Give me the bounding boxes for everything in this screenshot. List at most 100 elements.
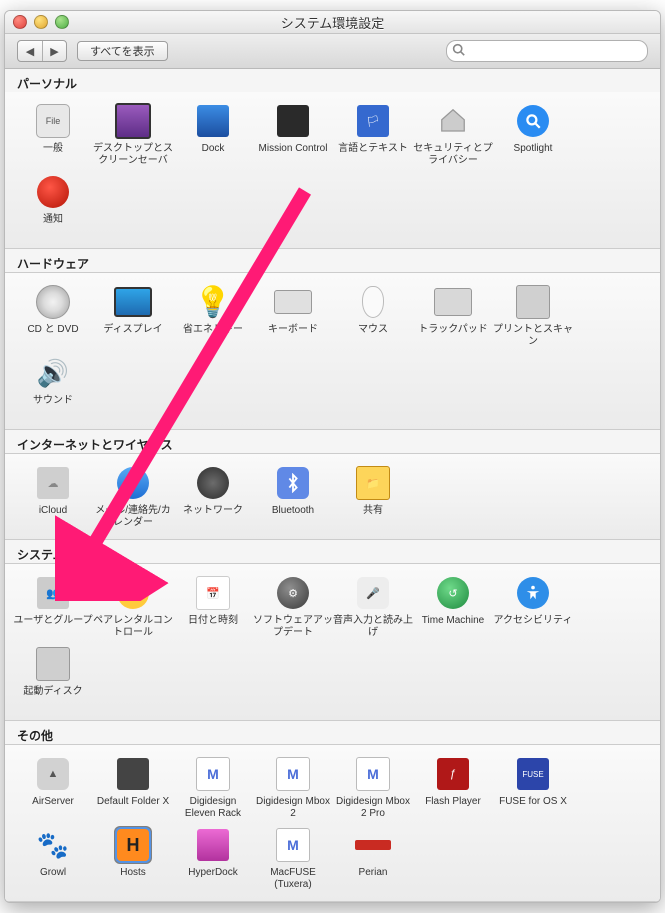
pref-general[interactable]: File一般 bbox=[13, 102, 93, 167]
dock-icon bbox=[197, 105, 229, 137]
folder-icon: 📁 bbox=[356, 466, 390, 500]
calendar-icon: 📅 bbox=[196, 576, 230, 610]
disc-icon bbox=[36, 285, 70, 319]
accessibility-icon bbox=[517, 577, 549, 609]
pref-language[interactable]: 🏳言語とテキスト bbox=[333, 102, 413, 167]
speaker-icon: 🔊 bbox=[37, 358, 69, 389]
pref-flash-player[interactable]: ƒFlash Player bbox=[413, 755, 493, 820]
pref-macfuse[interactable]: MMacFUSE (Tuxera) bbox=[253, 826, 333, 891]
pref-speech[interactable]: 🎤音声入力と読み上げ bbox=[333, 574, 413, 639]
mbox-icon: M bbox=[356, 757, 390, 791]
pref-users[interactable]: 👥ユーザとグループ bbox=[13, 574, 93, 639]
mission-control-icon bbox=[277, 105, 309, 137]
content: パーソナル File一般 デスクトップとスクリーンセーバ Dock Missio… bbox=[5, 69, 660, 902]
clock-icon: ↺ bbox=[437, 577, 469, 609]
pref-datetime[interactable]: 📅日付と時刻 bbox=[173, 574, 253, 639]
growl-icon: 🐾 bbox=[37, 830, 69, 861]
microphone-icon: 🎤 bbox=[357, 577, 389, 609]
macfuse-icon: M bbox=[276, 828, 310, 862]
section-title-personal: パーソナル bbox=[5, 69, 660, 92]
section-personal: File一般 デスクトップとスクリーンセーバ Dock Mission Cont… bbox=[5, 92, 660, 249]
pref-spotlight[interactable]: Spotlight bbox=[493, 102, 573, 167]
pref-icloud[interactable]: ☁iCloud bbox=[13, 464, 93, 529]
close-icon[interactable] bbox=[13, 15, 27, 29]
pref-dock[interactable]: Dock bbox=[173, 102, 253, 167]
pref-network[interactable]: ネットワーク bbox=[173, 464, 253, 529]
magnifier-icon bbox=[517, 105, 549, 137]
toolbar: ◀ ▶ すべてを表示 bbox=[5, 34, 660, 69]
forward-button[interactable]: ▶ bbox=[42, 41, 66, 61]
pref-hosts[interactable]: HHosts bbox=[93, 826, 173, 891]
pref-airserver[interactable]: ▲AirServer bbox=[13, 755, 93, 820]
pref-startup-disk[interactable]: 起動ディスク bbox=[13, 645, 93, 710]
printer-icon bbox=[516, 285, 550, 319]
globe-icon bbox=[197, 467, 229, 499]
mbox-icon: M bbox=[196, 757, 230, 791]
pref-trackpad[interactable]: トラックパッド bbox=[413, 283, 493, 348]
folder-x-icon bbox=[117, 758, 149, 790]
pref-displays[interactable]: ディスプレイ bbox=[93, 283, 173, 348]
trackpad-icon bbox=[434, 288, 472, 316]
pref-bluetooth[interactable]: Bluetooth bbox=[253, 464, 333, 529]
airplay-icon: ▲ bbox=[37, 758, 69, 790]
pref-keyboard[interactable]: キーボード bbox=[253, 283, 333, 348]
pref-desktop[interactable]: デスクトップとスクリーンセーバ bbox=[93, 102, 173, 167]
cloud-icon: ☁ bbox=[37, 467, 69, 499]
flag-icon: 🏳 bbox=[357, 105, 389, 137]
bluetooth-icon bbox=[277, 467, 309, 499]
search-icon bbox=[452, 43, 465, 59]
gear-icon: ⚙ bbox=[277, 577, 309, 609]
fuse-icon: FUSE bbox=[517, 758, 549, 790]
search-field[interactable] bbox=[446, 40, 648, 62]
pref-default-folder-x[interactable]: Default Folder X bbox=[93, 755, 173, 820]
pref-time-machine[interactable]: ↺Time Machine bbox=[413, 574, 493, 639]
pref-hyperdock[interactable]: HyperDock bbox=[173, 826, 253, 891]
pref-perian[interactable]: Perian bbox=[333, 826, 413, 891]
nav-segment: ◀ ▶ bbox=[17, 40, 67, 62]
pref-sharing[interactable]: 📁共有 bbox=[333, 464, 413, 529]
pref-print[interactable]: プリントとスキャン bbox=[493, 283, 573, 348]
pref-digidesign-eleven-rack[interactable]: MDigidesign Eleven Rack bbox=[173, 755, 253, 820]
at-icon: @ bbox=[117, 467, 149, 499]
disk-icon bbox=[36, 647, 70, 681]
titlebar: システム環境設定 bbox=[5, 11, 660, 34]
back-button[interactable]: ◀ bbox=[18, 41, 42, 61]
system-preferences-window: システム環境設定 ◀ ▶ すべてを表示 パーソナル File一般 デスクトップと… bbox=[4, 10, 661, 903]
section-title-hardware: ハードウェア bbox=[5, 249, 660, 272]
traffic-lights bbox=[5, 15, 69, 29]
bulb-icon: 💡 bbox=[194, 285, 231, 320]
pref-parental[interactable]: ペアレンタルコントロール bbox=[93, 574, 173, 639]
pref-security[interactable]: セキュリティとプライバシー bbox=[413, 102, 493, 167]
pref-sound[interactable]: 🔊サウンド bbox=[13, 354, 93, 419]
search-input[interactable] bbox=[446, 40, 648, 62]
show-all-button[interactable]: すべてを表示 bbox=[77, 41, 168, 61]
pref-mission-control[interactable]: Mission Control bbox=[253, 102, 333, 167]
mouse-icon bbox=[362, 286, 384, 318]
pref-fuse-osx[interactable]: FUSEFUSE for OS X bbox=[493, 755, 573, 820]
section-internet: ☁iCloud @メール/連絡先/カレンダー ネットワーク Bluetooth … bbox=[5, 453, 660, 540]
pref-digidesign-mbox2[interactable]: MDigidesign Mbox 2 bbox=[253, 755, 333, 820]
flash-icon: ƒ bbox=[437, 758, 469, 790]
pref-notifications[interactable]: 通知 bbox=[13, 173, 93, 238]
window-title: システム環境設定 bbox=[5, 13, 660, 32]
zoom-icon[interactable] bbox=[55, 15, 69, 29]
pref-mouse[interactable]: マウス bbox=[333, 283, 413, 348]
house-icon bbox=[438, 104, 468, 138]
section-title-other: その他 bbox=[5, 721, 660, 744]
desktop-icon bbox=[115, 103, 151, 139]
pref-software-update[interactable]: ⚙ソフトウェアアップデート bbox=[253, 574, 333, 639]
users-icon: 👥 bbox=[37, 577, 69, 609]
section-title-internet: インターネットとワイヤレス bbox=[5, 430, 660, 453]
pref-accessibility[interactable]: アクセシビリティ bbox=[493, 574, 573, 639]
hyperdock-icon bbox=[197, 829, 229, 861]
pref-cd-dvd[interactable]: CD と DVD bbox=[13, 283, 93, 348]
pref-growl[interactable]: 🐾Growl bbox=[13, 826, 93, 891]
pref-digidesign-mbox2-pro[interactable]: MDigidesign Mbox 2 Pro bbox=[333, 755, 413, 820]
minimize-icon[interactable] bbox=[34, 15, 48, 29]
display-icon bbox=[114, 287, 152, 317]
pref-mail[interactable]: @メール/連絡先/カレンダー bbox=[93, 464, 173, 529]
keyboard-icon bbox=[274, 290, 312, 314]
pref-energy[interactable]: 💡省エネルギー bbox=[173, 283, 253, 348]
section-hardware: CD と DVD ディスプレイ 💡省エネルギー キーボード マウス トラックパッ… bbox=[5, 272, 660, 430]
section-title-system: システム bbox=[5, 540, 660, 563]
